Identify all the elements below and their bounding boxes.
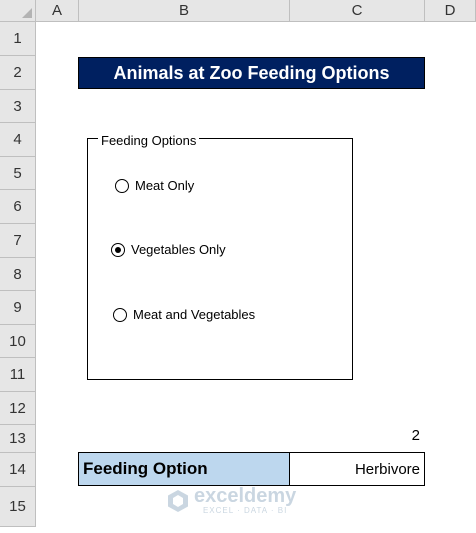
row-header-4[interactable]: 4 <box>0 123 36 157</box>
row-header-8[interactable]: 8 <box>0 258 36 291</box>
column-header-b[interactable]: B <box>79 0 290 22</box>
watermark-tagline: EXCEL · DATA · BI <box>202 506 288 515</box>
radio-circle-icon <box>113 307 127 322</box>
feeding-option-value-cell[interactable]: Herbivore <box>289 452 425 486</box>
column-header-d[interactable]: D <box>425 0 476 22</box>
radio-label: Meat Only <box>135 178 195 193</box>
sheet-title: Animals at Zoo Feeding Options <box>78 57 425 89</box>
row-header-9[interactable]: 9 <box>0 291 36 325</box>
feeding-option-label-cell[interactable]: Feeding Option <box>78 452 290 486</box>
group-box-label: Feeding Options <box>98 133 200 148</box>
row-header-14[interactable]: 14 <box>0 453 36 487</box>
row-header-12[interactable]: 12 <box>0 392 36 425</box>
row-header-7[interactable]: 7 <box>0 224 36 258</box>
row-header-2[interactable]: 2 <box>0 56 36 90</box>
row-header-3[interactable]: 3 <box>0 90 36 123</box>
linked-cell-c13[interactable]: 2 <box>290 427 424 447</box>
exceldemy-watermark: exceldemy EXCEL · DATA · BI <box>166 486 296 515</box>
column-header-a[interactable]: A <box>36 0 79 22</box>
exceldemy-logo-icon <box>168 489 188 512</box>
radio-vegetables-only[interactable]: Vegetables Only <box>111 242 226 257</box>
row-header-10[interactable]: 10 <box>0 325 36 358</box>
watermark-name: exceldemy <box>194 485 297 507</box>
radio-label: Vegetables Only <box>131 242 226 257</box>
row-header-13[interactable]: 13 <box>0 425 36 453</box>
row-header-1[interactable]: 1 <box>0 22 36 56</box>
row-header-15[interactable]: 15 <box>0 487 36 527</box>
radio-circle-icon <box>115 178 129 193</box>
feeding-options-group-box <box>87 138 353 380</box>
spreadsheet: A B C D 1 2 3 4 5 6 7 8 9 10 11 12 13 14… <box>0 0 476 533</box>
radio-meat-only[interactable]: Meat Only <box>115 178 194 193</box>
row-header-11[interactable]: 11 <box>0 358 36 392</box>
radio-meat-and-vegetables[interactable]: Meat and Vegetables <box>113 307 255 322</box>
radio-label: Meat and Vegetables <box>133 307 256 322</box>
row-header-6[interactable]: 6 <box>0 190 36 224</box>
column-header-c[interactable]: C <box>290 0 425 22</box>
select-all-corner[interactable] <box>0 0 36 22</box>
select-all-triangle-icon <box>22 8 32 18</box>
radio-checked-icon <box>111 242 125 257</box>
row-header-5[interactable]: 5 <box>0 157 36 190</box>
